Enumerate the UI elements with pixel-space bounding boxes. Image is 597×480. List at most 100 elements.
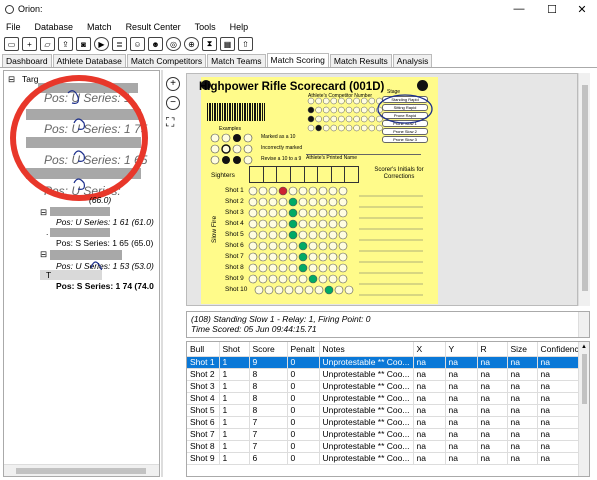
tab-match-competitors[interactable]: Match Competitors bbox=[126, 54, 207, 67]
scrollbar-thumb[interactable] bbox=[582, 85, 588, 291]
shot-bubble bbox=[308, 252, 318, 262]
number-bubble bbox=[353, 124, 360, 132]
tab-analysis[interactable]: Analysis bbox=[392, 54, 433, 67]
upload-icon[interactable]: ⇧ bbox=[238, 37, 253, 51]
export-icon[interactable]: ⇪ bbox=[58, 37, 73, 51]
col-r[interactable]: R bbox=[477, 342, 508, 357]
fit-to-screen-icon[interactable]: ⛶ bbox=[166, 115, 174, 130]
scroll-up-arrow-icon[interactable]: ▲ bbox=[581, 344, 587, 350]
close-button[interactable]: ✕ bbox=[567, 0, 597, 18]
shot-bubble bbox=[338, 252, 348, 262]
tab-match-teams[interactable]: Match Teams bbox=[207, 54, 266, 67]
scorecard-vertical-scrollbar[interactable] bbox=[578, 73, 590, 306]
film-icon[interactable]: ▦ bbox=[220, 37, 235, 51]
zoom-in-icon[interactable]: + bbox=[166, 77, 180, 91]
add-user-icon[interactable]: ☺ bbox=[130, 37, 145, 51]
shot-bubble bbox=[278, 252, 288, 262]
table-row[interactable]: Shot 7 1 7 0 Unprotestable ** Coo... na na na na… bbox=[187, 428, 588, 441]
shot-info-panel: (108) Standing Slow 1 - Relay: 1, Firing… bbox=[186, 311, 590, 338]
new-file-icon[interactable]: ▭ bbox=[4, 37, 19, 51]
tab-match-scoring[interactable]: Match Scoring bbox=[266, 53, 329, 67]
col-penalty[interactable]: Penalt bbox=[287, 342, 320, 357]
menu-result-center[interactable]: Result Center bbox=[126, 22, 181, 32]
cell-score: 8 bbox=[249, 380, 288, 393]
grid-vertical-scrollbar[interactable]: ▲ bbox=[578, 342, 589, 476]
document-icon[interactable]: ≣ bbox=[112, 37, 127, 51]
tree-node-t[interactable]: T bbox=[46, 270, 51, 280]
col-bull[interactable]: Bull bbox=[187, 342, 220, 357]
shot-mark bbox=[298, 252, 308, 262]
cell-penalty: 0 bbox=[287, 428, 320, 441]
match-tree[interactable]: ⊟ Targ Pos: U Series: 1 Pos: U Series: 1… bbox=[3, 70, 160, 477]
menu-tools[interactable]: Tools bbox=[195, 22, 216, 32]
info-stage-line: (108) Standing Slow 1 - Relay: 1, Firing… bbox=[191, 314, 371, 324]
cell-size: na bbox=[507, 356, 538, 369]
maximize-button[interactable]: ☐ bbox=[537, 0, 567, 18]
play-icon[interactable]: ▶ bbox=[94, 37, 109, 51]
col-notes[interactable]: Notes bbox=[319, 342, 414, 357]
shot-bubble bbox=[338, 274, 348, 284]
shot-bubble bbox=[298, 230, 308, 240]
shot-bubble bbox=[338, 219, 348, 229]
table-row[interactable]: Shot 9 1 6 0 Unprotestable ** Coo... na na na na… bbox=[187, 452, 588, 465]
globe-icon[interactable]: ⊕ bbox=[184, 37, 199, 51]
col-y[interactable]: Y bbox=[445, 342, 478, 357]
zoom-out-icon[interactable]: − bbox=[166, 96, 180, 110]
cell-size: na bbox=[507, 440, 538, 453]
table-row[interactable]: Shot 1 1 9 0 Unprotestable ** Coo... na na na na… bbox=[187, 356, 588, 369]
menu-match[interactable]: Match bbox=[87, 22, 112, 32]
tree-expander-icon[interactable]: ⊟ bbox=[40, 249, 47, 260]
menu-file[interactable]: File bbox=[6, 22, 21, 32]
table-row[interactable]: Shot 8 1 7 0 Unprotestable ** Coo... na na na na… bbox=[187, 440, 588, 453]
tree-horizontal-scrollbar[interactable] bbox=[4, 464, 159, 476]
open-folder-icon[interactable]: ▱ bbox=[40, 37, 55, 51]
tree-item[interactable]: Pos: S Series: 1 74 (74.0 bbox=[56, 281, 154, 291]
table-row[interactable]: Shot 6 1 7 0 Unprotestable ** Coo... na na na na… bbox=[187, 416, 588, 429]
competitor-number-grid bbox=[307, 97, 383, 132]
camera-icon[interactable]: ◙ bbox=[76, 37, 91, 51]
info-scrollbar[interactable] bbox=[578, 312, 589, 337]
col-shot[interactable]: Shot bbox=[219, 342, 250, 357]
col-score[interactable]: Score bbox=[249, 342, 288, 357]
stage-option: Prone Slow 3 bbox=[382, 136, 428, 143]
redacted-block bbox=[50, 228, 110, 237]
cell-notes: Unprotestable ** Coo... bbox=[319, 392, 414, 405]
cell-score: 7 bbox=[249, 416, 288, 429]
blue-pen-circle bbox=[377, 94, 433, 124]
scrollbar-thumb[interactable] bbox=[582, 354, 587, 404]
col-x[interactable]: X bbox=[413, 342, 446, 357]
tree-node-dot: . bbox=[46, 227, 49, 237]
hourglass-icon[interactable]: ⧗ bbox=[202, 37, 217, 51]
shot-bubble bbox=[318, 252, 328, 262]
target-icon[interactable]: ◎ bbox=[166, 37, 181, 51]
cell-x: na bbox=[413, 416, 446, 429]
menu-database[interactable]: Database bbox=[35, 22, 74, 32]
tree-item[interactable]: Pos: S Series: 1 65 (65.0) bbox=[56, 238, 153, 248]
shot-bubble bbox=[328, 252, 338, 262]
tab-match-results[interactable]: Match Results bbox=[329, 54, 392, 67]
add-file-icon[interactable]: + bbox=[22, 37, 37, 51]
scrollbar-thumb[interactable] bbox=[16, 468, 146, 474]
col-size[interactable]: Size bbox=[507, 342, 538, 357]
shots-data-grid[interactable]: Bull Shot Score Penalt Notes X Y R Size … bbox=[186, 341, 590, 477]
number-bubble bbox=[338, 115, 345, 123]
number-bubble bbox=[368, 124, 376, 132]
table-row[interactable]: Shot 4 1 8 0 Unprotestable ** Coo... na na na na… bbox=[187, 392, 588, 405]
tab-dashboard[interactable]: Dashboard bbox=[2, 54, 52, 67]
minimize-button[interactable]: — bbox=[504, 0, 534, 18]
table-row[interactable]: Shot 5 1 8 0 Unprotestable ** Coo... na na na na… bbox=[187, 404, 588, 417]
red-highlight-circle bbox=[10, 75, 148, 201]
pane-splitter[interactable] bbox=[161, 70, 163, 477]
tree-item[interactable]: Pos: U Series: 1 61 (61.0) bbox=[56, 217, 154, 227]
tab-athlete-database[interactable]: Athlete Database bbox=[52, 54, 126, 67]
tree-expander-icon[interactable]: ⊟ bbox=[40, 207, 47, 218]
group-icon[interactable]: ☻ bbox=[148, 37, 163, 51]
cell-size: na bbox=[507, 380, 538, 393]
tree-item[interactable]: (66.0) bbox=[89, 195, 111, 205]
number-bubble bbox=[360, 106, 368, 114]
number-bubble bbox=[368, 97, 376, 105]
menu-help[interactable]: Help bbox=[230, 22, 249, 32]
menu-bar: File Database Match Result Center Tools … bbox=[0, 18, 597, 35]
table-row[interactable]: Shot 3 1 8 0 Unprotestable ** Coo... na na na na… bbox=[187, 380, 588, 393]
table-row[interactable]: Shot 2 1 8 0 Unprotestable ** Coo... na na na na… bbox=[187, 368, 588, 381]
